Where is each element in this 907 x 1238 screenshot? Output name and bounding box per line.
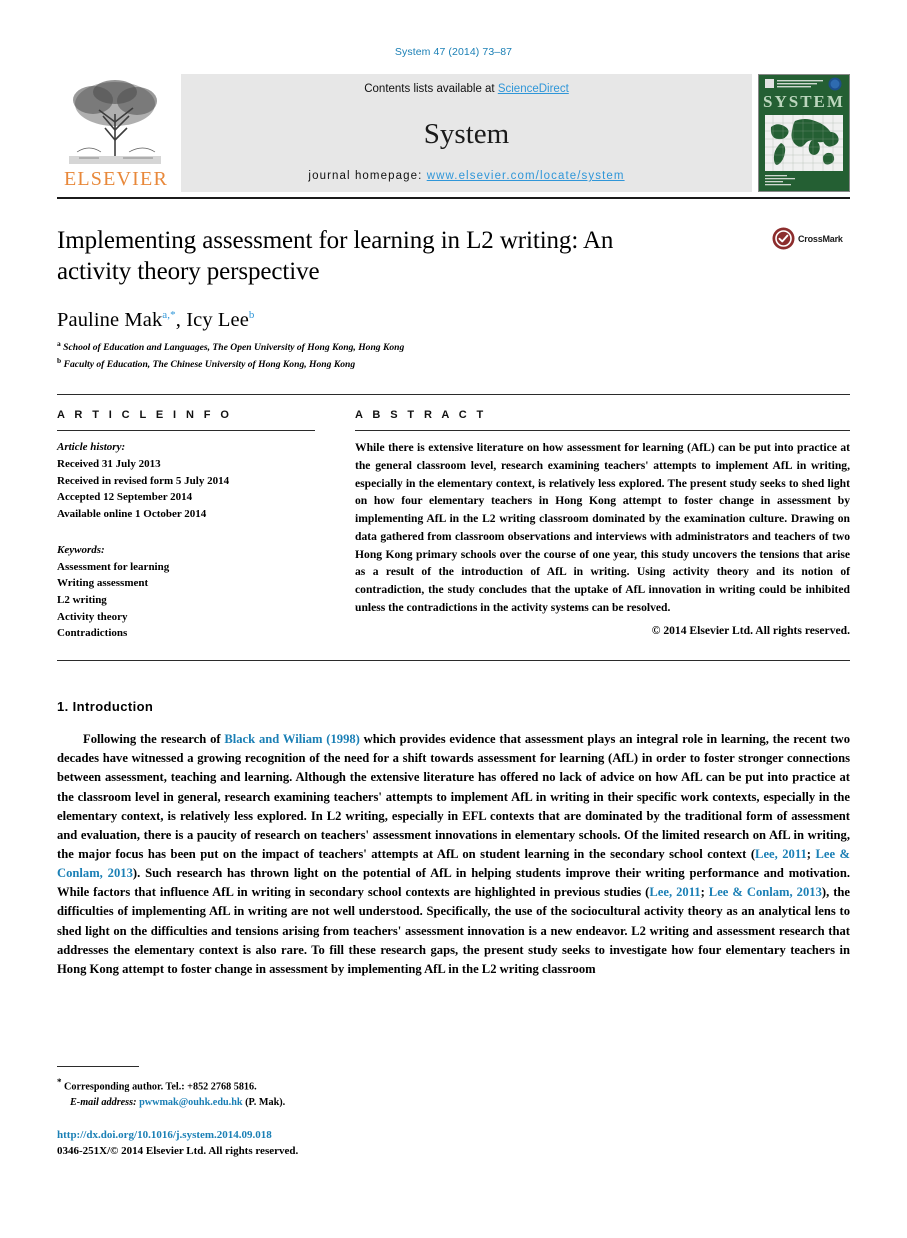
article-page: System 47 (2014) 73–87 ELSEVIER Contents… (0, 0, 907, 1238)
citation-link[interactable]: Lee, 2011 (755, 847, 807, 861)
affiliation-1: a School of Education and Languages, The… (57, 339, 850, 355)
footnote-divider (57, 1066, 139, 1067)
header-divider (57, 197, 850, 199)
journal-header-band: ELSEVIER Contents lists available at Sci… (57, 74, 850, 192)
footnote-block: * Corresponding author. Tel.: +852 2768 … (57, 1076, 487, 1110)
email-line: E-mail address: pwwmak@ouhk.edu.hk (P. M… (57, 1095, 487, 1110)
contents-prefix: Contents lists available at (364, 83, 498, 95)
keyword-item: L2 writing (57, 593, 107, 606)
email-suffix: (P. Mak). (245, 1096, 286, 1108)
title-block: CrossMark Implementing assessment for le… (57, 225, 850, 372)
article-info-column: A R T I C L E I N F O Article history: R… (57, 409, 315, 642)
sciencedirect-link[interactable]: ScienceDirect (498, 83, 569, 95)
elsevier-tree-icon (59, 74, 171, 170)
title-divider (57, 394, 850, 396)
author-name-2: Icy Lee (186, 309, 249, 331)
abstract-column: A B S T R A C T While there is extensive… (355, 409, 850, 642)
corresponding-author-line: * Corresponding author. Tel.: +852 2768 … (57, 1076, 487, 1095)
crossmark-icon (772, 227, 795, 250)
article-history-label: Article history: (57, 441, 126, 454)
abstract-rule (355, 430, 850, 432)
journal-homepage-line: journal homepage: www.elsevier.com/locat… (308, 170, 624, 182)
affiliation-text-2: Faculty of Education, The Chinese Univer… (63, 359, 356, 371)
crossmark-label: CrossMark (798, 233, 843, 244)
journal-header-center: Contents lists available at ScienceDirec… (181, 74, 752, 192)
svg-text:SYSTEM: SYSTEM (763, 92, 845, 111)
section-heading-introduction: 1. Introduction (57, 699, 154, 715)
crossmark-row: CrossMark (772, 227, 850, 250)
abstract-copyright: © 2014 Elsevier Ltd. All rights reserved… (651, 623, 850, 637)
affiliation-mark-2: b (57, 356, 62, 366)
elsevier-wordmark: ELSEVIER (63, 168, 169, 190)
affiliation-mark-1: a (57, 339, 61, 348)
article-history-item: Available online 1 October 2014 (57, 508, 207, 521)
journal-homepage-link[interactable]: www.elsevier.com/locate/system (427, 170, 625, 182)
issn-copyright: 0346-251X/© 2014 Elsevier Ltd. All right… (57, 1144, 299, 1157)
article-info-heading: A R T I C L E I N F O (57, 409, 233, 422)
homepage-label: journal homepage: (308, 170, 427, 182)
abstract-heading: A B S T R A C T (355, 409, 487, 422)
citation-link[interactable]: Black and Wiliam (1998) (224, 732, 360, 746)
article-history-item: Accepted 12 September 2014 (57, 491, 193, 504)
abstract-text: While there is extensive literature on h… (355, 441, 850, 614)
article-history-item: Received 31 July 2013 (57, 457, 161, 470)
contents-available-line: Contents lists available at ScienceDirec… (364, 83, 569, 95)
affiliation-2: b Faculty of Education, The Chinese Univ… (57, 356, 850, 372)
author-list: Pauline Maka,*, Icy Leeb (57, 309, 255, 331)
article-history-item: Received in revised form 5 July 2014 (57, 474, 230, 487)
info-abstract-row: A R T I C L E I N F O Article history: R… (57, 409, 850, 642)
author-marks-1[interactable]: a,* (162, 309, 175, 321)
keyword-item: Activity theory (57, 610, 128, 623)
body-content: 1. Introduction Following the research o… (57, 699, 850, 979)
introduction-paragraph: Following the research of Black and Wili… (57, 732, 851, 976)
keywords-label: Keywords: (57, 543, 105, 556)
page-title: Implementing assessment for learning in … (57, 227, 614, 285)
citation-link[interactable]: Lee & Conlam, 2013 (709, 885, 822, 899)
email-link[interactable]: pwwmak@ouhk.edu.hk (139, 1097, 242, 1108)
abstract-divider (57, 660, 850, 662)
running-head: System 47 (2014) 73–87 (394, 46, 513, 58)
journal-cover-thumbnail: SYSTEM (758, 74, 850, 192)
citation-link[interactable]: Lee, 2011 (649, 885, 700, 899)
journal-cover-art: SYSTEM (759, 75, 849, 191)
corresponding-author-text: Corresponding author. Tel.: +852 2768 58… (64, 1081, 257, 1093)
journal-title: System (423, 118, 510, 150)
doi-copyright-block: http://dx.doi.org/10.1016/j.system.2014.… (57, 1128, 298, 1160)
affiliation-text-1: School of Education and Languages, The O… (63, 342, 405, 354)
elsevier-logo: ELSEVIER (57, 74, 175, 192)
keyword-item: Contradictions (57, 627, 128, 640)
keywords-block: Keywords: Assessment for learning Writin… (57, 542, 315, 642)
keyword-item: Assessment for learning (57, 560, 170, 573)
crossmark-badge[interactable]: CrossMark (772, 227, 850, 250)
citation-link[interactable]: Lee & Conlam, 2013 (57, 847, 850, 880)
author-name-1: Pauline Mak (57, 309, 163, 331)
author-marks-2[interactable]: b (249, 309, 255, 321)
keyword-item: Writing assessment (57, 577, 149, 590)
doi-link[interactable]: http://dx.doi.org/10.1016/j.system.2014.… (57, 1128, 298, 1144)
email-label: E-mail address: (70, 1096, 137, 1108)
footnote-star: * (57, 1077, 62, 1087)
article-info-rule (57, 430, 315, 432)
